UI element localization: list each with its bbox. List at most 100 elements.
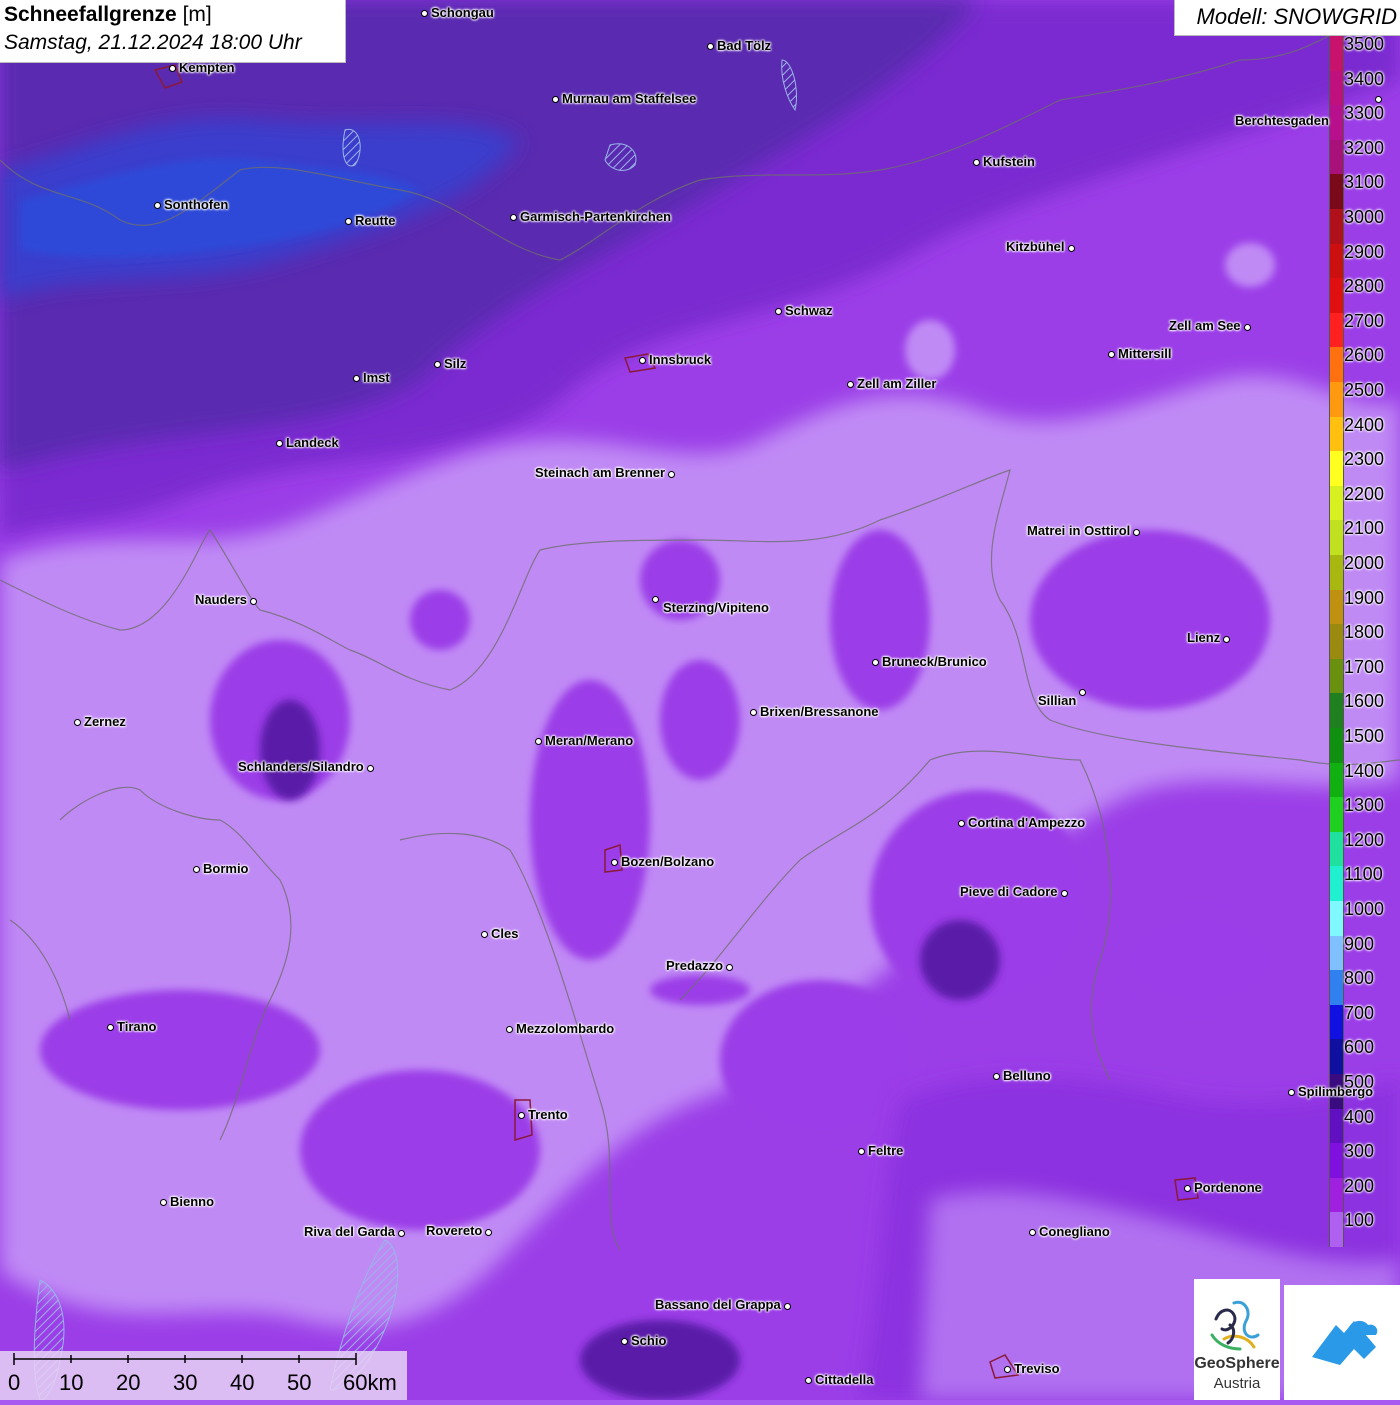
city-marker[interactable]: [1132, 528, 1140, 536]
city-marker[interactable]: [871, 658, 879, 666]
city-marker[interactable]: [804, 1376, 812, 1384]
city-label[interactable]: Pieve di Cadore: [960, 884, 1058, 899]
city-marker[interactable]: [505, 1025, 513, 1033]
city-label[interactable]: Riva del Garda: [304, 1224, 395, 1239]
city-label[interactable]: Spilimbergo: [1298, 1084, 1373, 1099]
city-label[interactable]: Cortina d'Ampezzo: [968, 815, 1085, 830]
city-marker[interactable]: [534, 737, 542, 745]
city-label[interactable]: Brixen/Bressanone: [760, 704, 879, 719]
city-marker[interactable]: [1003, 1365, 1011, 1373]
city-marker[interactable]: [783, 1302, 791, 1310]
city-marker[interactable]: [344, 217, 352, 225]
city-label[interactable]: Garmisch-Partenkirchen: [520, 209, 671, 224]
city-marker[interactable]: [749, 708, 757, 716]
city-label[interactable]: Bassano del Grappa: [655, 1297, 781, 1312]
city-marker[interactable]: [249, 597, 257, 605]
city-marker[interactable]: [638, 356, 646, 364]
city-marker[interactable]: [1067, 244, 1075, 252]
city-label[interactable]: Belluno: [1003, 1068, 1051, 1083]
city-label[interactable]: Steinach am Brenner: [535, 465, 665, 480]
city-label[interactable]: Feltre: [868, 1143, 903, 1158]
city-label[interactable]: Nauders: [195, 592, 247, 607]
city-label[interactable]: Kitzbühel: [1006, 239, 1065, 254]
city-marker[interactable]: [433, 360, 441, 368]
city-label[interactable]: Bad Tölz: [717, 38, 771, 53]
city-marker[interactable]: [517, 1111, 525, 1119]
city-label[interactable]: Cittadella: [815, 1372, 874, 1387]
city-marker[interactable]: [610, 858, 618, 866]
city-marker[interactable]: [168, 64, 176, 72]
city-marker[interactable]: [1028, 1228, 1036, 1236]
city-marker[interactable]: [846, 380, 854, 388]
city-label[interactable]: Zernez: [84, 714, 126, 729]
city-marker[interactable]: [725, 963, 733, 971]
city-marker[interactable]: [1287, 1088, 1295, 1096]
city-marker[interactable]: [480, 930, 488, 938]
city-marker[interactable]: [651, 595, 659, 603]
city-marker[interactable]: [484, 1228, 492, 1236]
city-label[interactable]: Bruneck/Brunico: [882, 654, 987, 669]
city-label[interactable]: Zell am Ziller: [857, 376, 936, 391]
city-label[interactable]: Mittersill: [1118, 346, 1171, 361]
city-label[interactable]: Kufstein: [983, 154, 1035, 169]
city-label[interactable]: Lienz: [1187, 630, 1220, 645]
city-label[interactable]: Sillian: [1038, 693, 1076, 708]
city-label[interactable]: Schongau: [431, 5, 494, 20]
city-marker[interactable]: [192, 865, 200, 873]
city-label[interactable]: Murnau am Staffelsee: [562, 91, 696, 106]
city-marker[interactable]: [992, 1072, 1000, 1080]
city-marker[interactable]: [1078, 688, 1086, 696]
city-label[interactable]: Tirano: [117, 1019, 157, 1034]
city-label[interactable]: Bormio: [203, 861, 249, 876]
city-label[interactable]: Meran/Merano: [545, 733, 633, 748]
city-marker[interactable]: [1060, 889, 1068, 897]
city-label[interactable]: Sonthofen: [164, 197, 228, 212]
city-label[interactable]: Treviso: [1014, 1361, 1060, 1376]
city-label[interactable]: Trento: [528, 1107, 568, 1122]
city-label[interactable]: Schlanders/Silandro: [238, 759, 364, 774]
city-label[interactable]: Cles: [491, 926, 518, 941]
city-label[interactable]: Sterzing/Vipiteno: [663, 600, 769, 615]
city-marker[interactable]: [620, 1337, 628, 1345]
city-label[interactable]: Bozen/Bolzano: [621, 854, 714, 869]
city-label[interactable]: Kempten: [179, 60, 235, 75]
city-label[interactable]: Pordenone: [1194, 1180, 1262, 1195]
city-marker[interactable]: [73, 718, 81, 726]
city-label[interactable]: Mezzolombardo: [516, 1021, 614, 1036]
city-marker[interactable]: [972, 158, 980, 166]
city-label[interactable]: Bienno: [170, 1194, 214, 1209]
city-marker[interactable]: [1107, 350, 1115, 358]
city-marker[interactable]: [667, 470, 675, 478]
city-marker[interactable]: [551, 95, 559, 103]
city-label[interactable]: Imst: [363, 370, 390, 385]
city-marker[interactable]: [106, 1023, 114, 1031]
city-label[interactable]: Silz: [444, 356, 466, 371]
city-marker[interactable]: [857, 1147, 865, 1155]
city-label[interactable]: Predazzo: [666, 958, 723, 973]
city-marker[interactable]: [352, 374, 360, 382]
city-label[interactable]: Rovereto: [426, 1223, 482, 1238]
city-marker[interactable]: [509, 213, 517, 221]
city-label[interactable]: Landeck: [286, 435, 339, 450]
city-marker[interactable]: [420, 9, 428, 17]
city-label[interactable]: Innsbruck: [649, 352, 711, 367]
city-marker[interactable]: [397, 1229, 405, 1237]
city-label[interactable]: Reutte: [355, 213, 395, 228]
city-marker[interactable]: [1243, 323, 1251, 331]
city-marker[interactable]: [1222, 635, 1230, 643]
city-marker[interactable]: [366, 764, 374, 772]
city-marker[interactable]: [1183, 1184, 1191, 1192]
city-label[interactable]: Schwaz: [785, 303, 833, 318]
city-marker[interactable]: [774, 307, 782, 315]
city-label[interactable]: Berchtesgaden: [1235, 113, 1329, 128]
city-label[interactable]: Schio: [631, 1333, 666, 1348]
city-marker[interactable]: [153, 201, 161, 209]
city-label[interactable]: Matrei in Osttirol: [1027, 523, 1130, 538]
city-marker[interactable]: [275, 439, 283, 447]
city-label[interactable]: Zell am See: [1169, 318, 1241, 333]
city-marker[interactable]: [1374, 95, 1382, 103]
city-label[interactable]: Conegliano: [1039, 1224, 1110, 1239]
city-marker[interactable]: [159, 1198, 167, 1206]
city-marker[interactable]: [706, 42, 714, 50]
city-marker[interactable]: [957, 819, 965, 827]
